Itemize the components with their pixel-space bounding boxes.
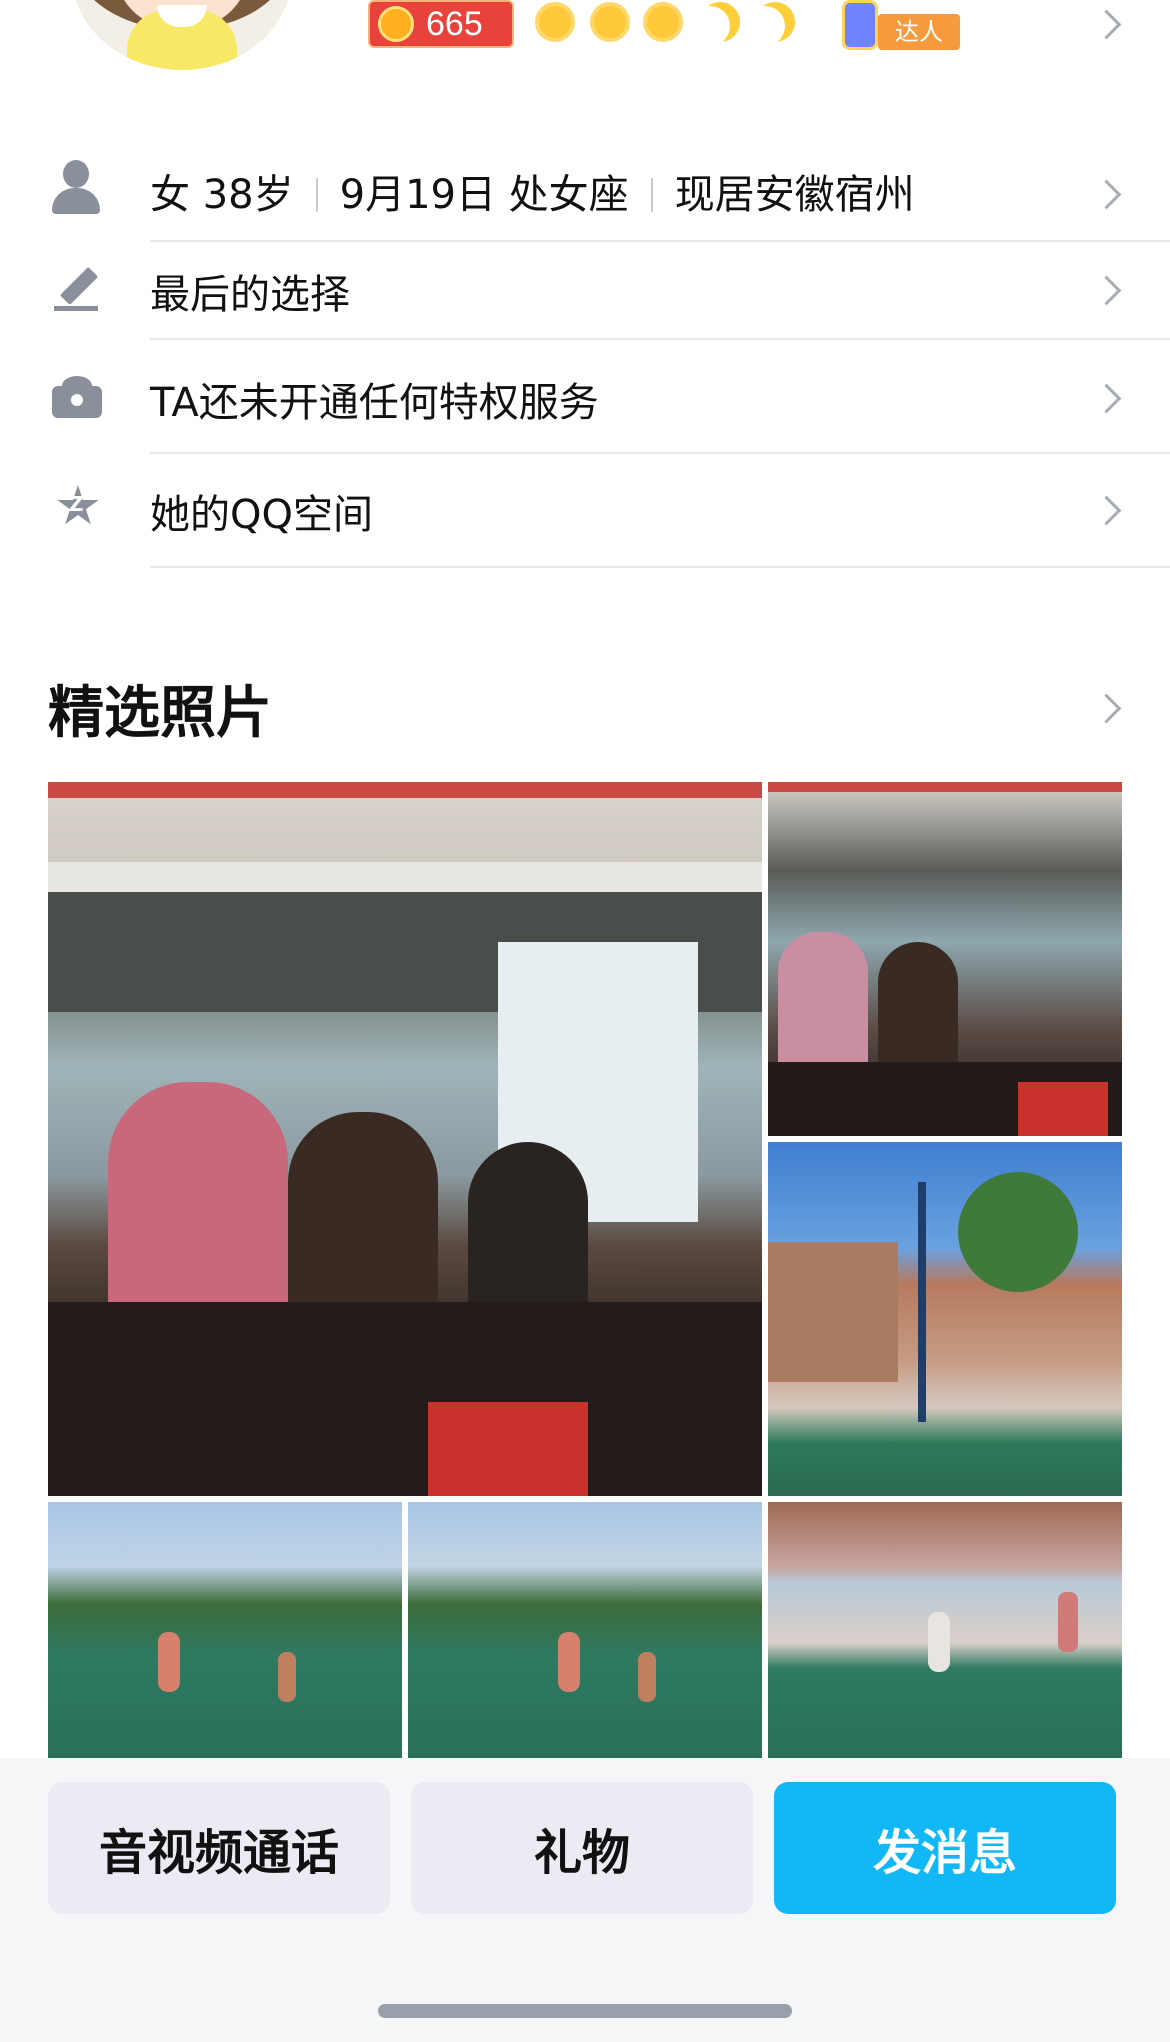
bell-icon: [842, 0, 878, 50]
birthday: 9月19日 处女座: [339, 172, 629, 218]
featured-photo-6[interactable]: [768, 1502, 1122, 1758]
chevron-right-icon: [1091, 179, 1122, 210]
gender-age: 女 38岁: [150, 172, 294, 218]
signature-text: 最后的选择: [150, 272, 350, 318]
level-badge[interactable]: 665: [368, 0, 514, 48]
signature-row[interactable]: 最后的选择: [0, 242, 1170, 340]
sun-icon: [590, 2, 630, 42]
featured-photos-title: 精选照片: [48, 681, 272, 746]
level-sun-icon: [378, 6, 414, 42]
sun-icon: [535, 2, 575, 42]
chevron-right-icon[interactable]: [1091, 693, 1122, 724]
send-message-button[interactable]: 发消息: [774, 1782, 1116, 1914]
featured-photo-3[interactable]: [768, 1142, 1122, 1496]
sun-icon: [643, 2, 683, 42]
location: 现居安徽宿州: [674, 172, 915, 218]
featured-photo-4[interactable]: [48, 1502, 402, 1758]
featured-photo-1[interactable]: [48, 782, 762, 1496]
pen-icon: [52, 264, 100, 312]
profile-info-text: 女 38岁 9月19日 处女座 现居安徽宿州: [150, 162, 915, 220]
chevron-right-icon: [1091, 495, 1122, 526]
chevron-right-icon[interactable]: [1091, 9, 1122, 40]
crown-icon: [52, 376, 102, 418]
expert-badge-label: 达人: [878, 14, 960, 50]
featured-photo-2[interactable]: [768, 782, 1122, 1136]
audio-video-call-button[interactable]: 音视频通话: [48, 1782, 390, 1914]
person-icon: [52, 160, 100, 214]
chevron-right-icon: [1091, 275, 1122, 306]
moon-icon: [755, 2, 795, 42]
qzone-star-icon: ★ Z: [53, 474, 103, 537]
featured-photo-5[interactable]: [408, 1502, 762, 1758]
privilege-text: TA还未开通任何特权服务: [150, 380, 599, 426]
avatar[interactable]: [72, 0, 292, 70]
qzone-text: 她的QQ空间: [150, 492, 373, 538]
chevron-right-icon: [1091, 383, 1122, 414]
home-indicator[interactable]: [378, 2004, 792, 2018]
qzone-row[interactable]: ★ Z 她的QQ空间: [0, 454, 1170, 568]
gift-button[interactable]: 礼物: [411, 1782, 753, 1914]
expert-badge[interactable]: 达人: [820, 0, 960, 50]
privilege-row[interactable]: TA还未开通任何特权服务: [0, 340, 1170, 454]
divider: [150, 566, 1170, 568]
level-number: 665: [426, 4, 483, 43]
moon-icon: [700, 2, 740, 42]
profile-info-row[interactable]: 女 38岁 9月19日 处女座 现居安徽宿州: [0, 150, 1170, 242]
